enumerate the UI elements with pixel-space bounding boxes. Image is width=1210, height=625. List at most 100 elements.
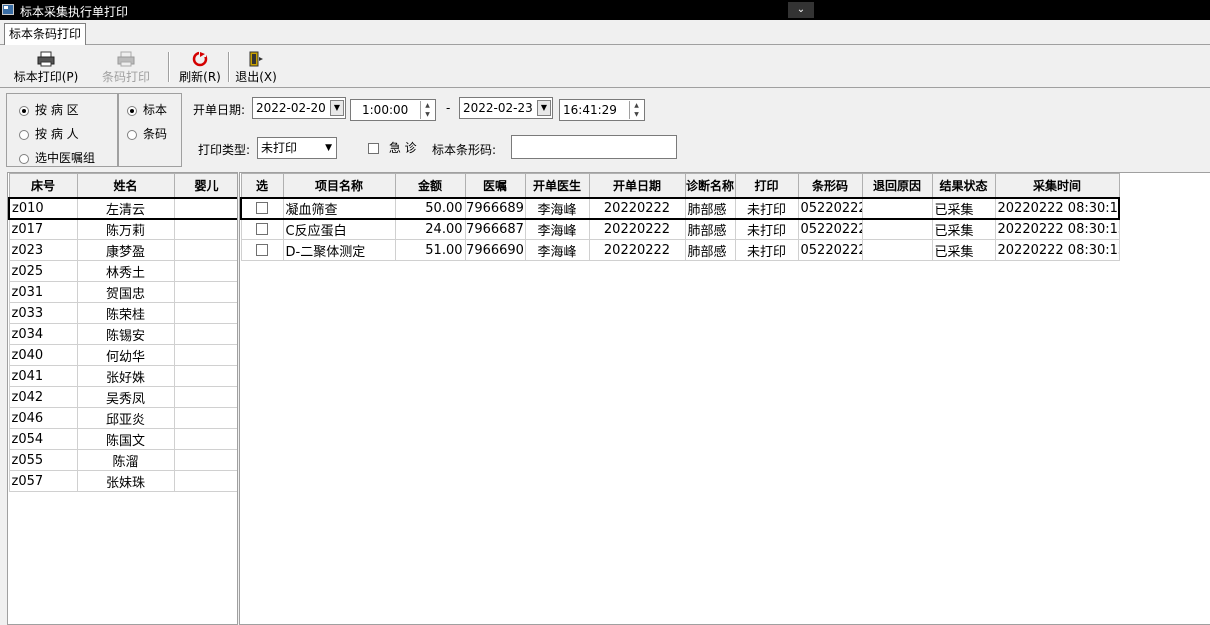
order-cell: 7966689 [464, 196, 526, 220]
table-row[interactable]: z031 贺国忠 [8, 281, 237, 303]
name-cell: 何幼华 [76, 344, 175, 366]
radio-barcode[interactable]: 条码 [127, 125, 167, 142]
col-header-collect-time[interactable]: 采集时间 [994, 173, 1120, 198]
baby-cell [173, 365, 237, 387]
col-header-doctor[interactable]: 开单医生 [524, 173, 590, 198]
table-row[interactable]: z055 陈溜 [8, 449, 237, 471]
select-cell[interactable] [240, 196, 284, 220]
time-to-field[interactable]: 16:41:29 ▲ ▼ [559, 99, 645, 121]
col-header-bed[interactable]: 床号 [8, 173, 78, 198]
select-cell[interactable] [240, 239, 284, 261]
table-row[interactable]: z041 张好姝 [8, 365, 237, 387]
chevron-down-icon[interactable]: ▼ [330, 100, 344, 116]
order-cell: 7966687 [464, 218, 526, 240]
table-row[interactable]: z040 何幼华 [8, 344, 237, 366]
date-label: 开单日期: [193, 103, 246, 117]
table-row[interactable]: D-二聚体测定 51.00 7966690 李海峰 20220222 肺部感 未打印 0522… [240, 239, 1120, 261]
status-cell: 已采集 [931, 196, 996, 220]
reason-cell [861, 239, 933, 261]
name-cell: 吴秀凤 [76, 386, 175, 408]
col-header-barcode[interactable]: 条形码 [797, 173, 863, 198]
table-row[interactable]: z042 吴秀凤 [8, 386, 237, 408]
col-header-amount[interactable]: 金额 [394, 173, 466, 198]
col-header-order[interactable]: 医嘱 [464, 173, 526, 198]
table-row[interactable]: C反应蛋白 24.00 7966687 李海峰 20220222 肺部感 未打印 052202… [240, 218, 1120, 240]
item-name-cell: C反应蛋白 [282, 218, 396, 240]
exit-button[interactable]: 退出(X) [233, 49, 279, 85]
table-row[interactable]: 凝血筛查 50.00 7966689 李海峰 20220222 肺部感 未打印 0522022… [240, 196, 1120, 220]
order-cell: 7966690 [464, 239, 526, 261]
col-header-date[interactable]: 开单日期 [588, 173, 686, 198]
name-cell: 林秀土 [76, 260, 175, 282]
bed-cell: z017 [8, 218, 78, 240]
tab-strip: 标本条码打印 [0, 20, 1210, 45]
table-row[interactable]: z034 陈锡安 [8, 323, 237, 345]
radio-by-ward[interactable]: 按 病 区 [19, 101, 79, 118]
baby-cell [173, 218, 237, 240]
baby-cell [173, 470, 237, 492]
name-cell: 张妹珠 [76, 470, 175, 492]
table-row[interactable]: z033 陈荣桂 [8, 302, 237, 324]
radio-icon [19, 129, 29, 140]
bed-cell: z057 [8, 470, 78, 492]
toolbar-separator [168, 52, 170, 82]
baby-cell [173, 196, 237, 220]
chevron-down-icon: ▼ [325, 143, 332, 153]
col-header-print[interactable]: 打印 [734, 173, 799, 198]
table-row[interactable]: z010 左清云 [8, 196, 237, 220]
bed-cell: z054 [8, 428, 78, 450]
table-row[interactable]: z057 张妹珠 [8, 470, 237, 492]
baby-cell [173, 281, 237, 303]
barcode-input[interactable] [511, 135, 677, 159]
col-header-return-reason[interactable]: 退回原因 [861, 173, 933, 198]
col-header-item-name[interactable]: 项目名称 [282, 173, 396, 198]
item-name-cell: 凝血筛查 [282, 196, 396, 220]
spinner-icon[interactable]: ▲ ▼ [420, 101, 434, 119]
window-title: 标本采集执行单打印 [20, 5, 129, 19]
table-row[interactable]: z023 康梦盈 [8, 239, 237, 261]
print-barcode-button[interactable]: 条码打印 [98, 49, 154, 85]
checkbox-icon[interactable] [256, 244, 268, 256]
doctor-cell: 李海峰 [524, 239, 590, 261]
bed-cell: z055 [8, 449, 78, 471]
col-header-select[interactable]: 选 [240, 173, 284, 198]
title-bar: 标本采集执行单打印 ⌄ [0, 0, 1210, 20]
tab-specimen-barcode-print[interactable]: 标本条码打印 [4, 23, 87, 45]
reason-cell [861, 218, 933, 240]
radio-selected-order-group[interactable]: 选中医嘱组 [19, 149, 95, 166]
col-header-baby[interactable]: 婴儿 [173, 173, 237, 198]
refresh-button[interactable]: 刷新(R) [176, 49, 224, 85]
radio-icon [127, 105, 137, 116]
print-specimen-button[interactable]: 标本打印(P) [10, 49, 82, 85]
radio-specimen[interactable]: 标本 [127, 101, 167, 118]
doctor-cell: 李海峰 [524, 196, 590, 220]
checkbox-icon[interactable] [256, 223, 268, 236]
diagnosis-cell: 肺部感 [684, 218, 736, 240]
table-row[interactable]: z017 陈万莉 [8, 218, 237, 240]
checkbox-icon[interactable] [256, 202, 269, 214]
radio-by-patient[interactable]: 按 病 人 [19, 125, 79, 142]
print-type-select[interactable]: 未打印 ▼ [257, 137, 337, 159]
select-cell[interactable] [240, 218, 284, 240]
col-header-name[interactable]: 姓名 [76, 173, 175, 198]
diagnosis-cell: 肺部感 [684, 196, 736, 220]
col-header-result-status[interactable]: 结果状态 [931, 173, 996, 198]
table-row[interactable]: z054 陈国文 [8, 428, 237, 450]
radio-icon [19, 153, 29, 164]
date-to-picker[interactable]: 2022-02-23 ▼ [459, 97, 553, 119]
amount-cell: 50.00 [394, 196, 466, 220]
chevron-down-icon[interactable]: ▼ [537, 100, 551, 116]
col-header-diagnosis[interactable]: 诊断名称 [684, 173, 736, 198]
urgent-checkbox[interactable]: 急 诊 [368, 139, 417, 156]
bed-cell: z041 [8, 365, 78, 387]
time-from-field[interactable]: 1:00:00 ▲ ▼ [350, 99, 436, 121]
spinner-icon[interactable]: ▲ ▼ [629, 101, 643, 119]
refresh-icon [191, 51, 209, 67]
barcode-cell: 05220222 [797, 218, 863, 240]
patient-list-panel: 床号 姓名 婴儿 z010 左清云 z017 陈万莉 z023 康梦盈 z025 林秀土 z03… [7, 172, 238, 625]
name-cell: 陈万莉 [76, 218, 175, 240]
table-row[interactable]: z046 邱亚炎 [8, 407, 237, 429]
chevron-down-icon[interactable]: ⌄ [788, 2, 814, 18]
table-row[interactable]: z025 林秀土 [8, 260, 237, 282]
date-from-picker[interactable]: 2022-02-20 ▼ [252, 97, 346, 119]
